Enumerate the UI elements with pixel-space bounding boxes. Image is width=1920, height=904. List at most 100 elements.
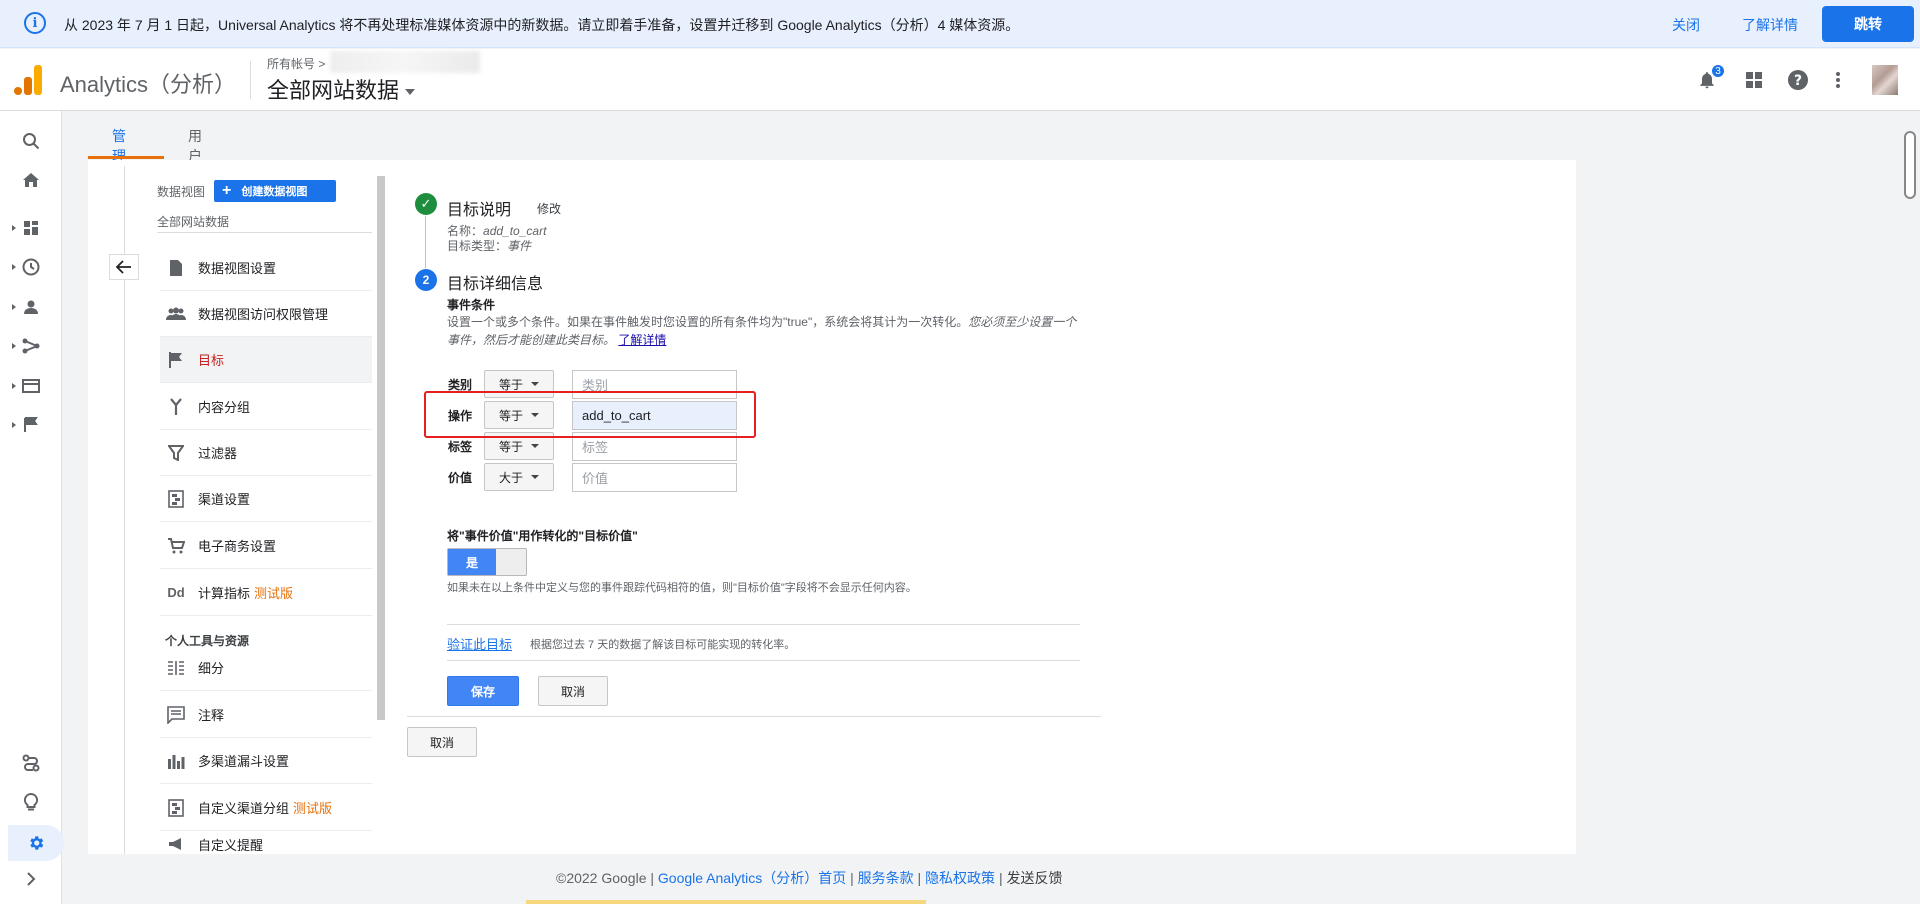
banner-jump-button[interactable]: 跳转 [1822, 6, 1914, 42]
goal-type-line: 目标类型：事件 [447, 237, 531, 254]
nav-item-filters[interactable]: 过滤器 [160, 430, 372, 476]
footer-separator: | [850, 870, 854, 886]
view-label: 数据视图 [157, 185, 206, 199]
migration-banner: i 从 2023 年 7 月 1 日起，Universal Analytics … [0, 0, 1920, 48]
verify-goal-link[interactable]: 验证此目标 [447, 634, 512, 653]
nav-item-mcf-settings[interactable]: 多渠道漏斗设置 [160, 738, 372, 784]
channel-icon [166, 489, 186, 509]
check-icon: ✓ [415, 193, 437, 215]
value-input[interactable]: 价值 [572, 463, 737, 492]
notification-badge: 3 [1710, 63, 1726, 79]
nav-item-view-access[interactable]: 数据视图访问权限管理 [160, 291, 372, 337]
lightbulb-icon[interactable] [0, 787, 62, 817]
edit-description-link[interactable]: 修改 [537, 200, 561, 217]
divider [447, 624, 1080, 625]
nav-item-label: 内容分组 [198, 400, 251, 415]
filter-icon [166, 443, 186, 463]
beta-badge: 测试版 [254, 586, 294, 601]
property-selector[interactable]: 全部网站数据 [267, 73, 416, 105]
property-name: 全部网站数据 [267, 78, 400, 103]
behavior-icon[interactable] [0, 371, 62, 401]
nav-item-content-grouping[interactable]: 内容分组 [160, 384, 372, 430]
cancel-button[interactable]: 取消 [538, 676, 608, 706]
view-selector[interactable]: 全部网站数据 [157, 213, 229, 230]
caret-down-icon [531, 444, 539, 448]
nav-item-label: 目标 [198, 353, 225, 368]
step-number-badge: 2 [415, 269, 437, 291]
value-operator-select[interactable]: 大于 [484, 463, 554, 491]
footer-separator: | [917, 870, 922, 886]
goal-name-label: 名称： [447, 224, 484, 238]
nav-item-custom-alerts[interactable]: 自定义提醒 [160, 831, 372, 854]
document-icon [166, 258, 186, 278]
feedback-link[interactable]: 发送反馈 [1006, 870, 1062, 886]
search-icon[interactable] [0, 126, 62, 156]
caret-down-icon [531, 382, 539, 386]
event-conditions-description: 设置一个或多个条件。如果在事件触发时您设置的所有条件均为"true"，系统会将其… [447, 313, 1077, 349]
nav-item-label: 注释 [198, 708, 225, 723]
nav-item-label: 多渠道漏斗设置 [198, 754, 290, 769]
nav-item-goals[interactable]: 目标 [160, 337, 372, 383]
person-icon[interactable] [0, 292, 62, 322]
footer-separator: | [998, 870, 1003, 886]
home-icon[interactable] [0, 165, 62, 195]
outer-cancel-button[interactable]: 取消 [407, 727, 477, 757]
app-name: Analytics（分析） [60, 72, 237, 97]
footer: ©2022 Google | Google Analytics（分析）首页 | … [0, 854, 1920, 904]
chevron-down-icon [405, 89, 416, 96]
nav-scrollbar[interactable] [377, 176, 385, 720]
channel-icon [166, 798, 186, 818]
merge-icon [166, 397, 186, 417]
people-icon [166, 304, 186, 324]
ga-home-link[interactable]: Google Analytics（分析）首页 [658, 870, 846, 886]
attribution-icon[interactable] [0, 748, 62, 778]
apps-grid-icon[interactable] [1741, 67, 1767, 93]
page-scrollbar[interactable] [1904, 131, 1916, 199]
flag-icon[interactable] [0, 410, 62, 440]
nav-item-label: 数据视图访问权限管理 [198, 307, 329, 322]
back-button[interactable] [109, 254, 139, 280]
plus-icon: + [222, 182, 232, 199]
nav-item-annotations[interactable]: 注释 [160, 692, 372, 738]
bar-chart-icon [166, 751, 186, 771]
banner-message: 从 2023 年 7 月 1 日起，Universal Analytics 将不… [64, 17, 1020, 33]
nav-item-ecommerce[interactable]: 电子商务设置 [160, 523, 372, 569]
active-tab-indicator [88, 156, 164, 159]
terms-link[interactable]: 服务条款 [858, 870, 914, 886]
footer-links: ©2022 Google | Google Analytics（分析）首页 | … [556, 868, 1062, 888]
banner-close-link[interactable]: 关闭 [1672, 15, 1700, 35]
clock-icon[interactable] [0, 252, 62, 282]
customization-icon[interactable] [0, 213, 62, 243]
analytics-logo-icon[interactable] [14, 63, 42, 95]
nav-item-label: 自定义渠道分组 [198, 801, 290, 816]
banner-learn-more-link[interactable]: 了解详情 [1742, 15, 1798, 35]
verify-goal-note: 根据您过去 7 天的数据了解该目标可能实现的转化率。 [530, 639, 796, 651]
learn-more-link[interactable]: 了解详情 [618, 333, 666, 347]
label-label: 标签 [448, 440, 473, 454]
conditions-text: 设置一个或多个条件。如果在事件触发时您设置的所有条件均为"true"，系统会将其… [447, 315, 969, 329]
avatar[interactable] [1872, 65, 1898, 95]
privacy-link[interactable]: 隐私权政策 [925, 870, 995, 886]
step-connector [425, 216, 426, 268]
account-breadcrumb[interactable]: 所有帐号 > [267, 55, 325, 72]
nav-item-label: 数据视图设置 [198, 261, 277, 276]
divider [407, 716, 1101, 717]
nav-item-calculated-metrics[interactable]: Dd 计算指标 测试版 [160, 570, 372, 616]
help-icon[interactable]: ? [1785, 67, 1811, 93]
use-event-value-toggle[interactable]: 是 [447, 548, 527, 576]
account-name-redacted [330, 51, 480, 73]
nav-item-segments[interactable]: 细分 [160, 645, 372, 691]
acquisition-icon[interactable] [0, 331, 62, 361]
save-button[interactable]: 保存 [447, 676, 519, 706]
footer-separator: | [650, 870, 655, 886]
beta-badge: 测试版 [293, 801, 333, 816]
nav-item-channel-settings[interactable]: 渠道设置 [160, 476, 372, 522]
nav-item-custom-channel-grouping[interactable]: 自定义渠道分组 测试版 [160, 785, 372, 831]
goal-details-title: 目标详细信息 [447, 276, 544, 293]
app-header: Analytics（分析） 所有帐号 > 全部网站数据 3 ? [0, 49, 1920, 111]
create-view-button[interactable]: + 创建数据视图 [214, 180, 336, 202]
operator-value: 等于 [498, 439, 523, 454]
nav-item-view-settings[interactable]: 数据视图设置 [160, 245, 372, 291]
goal-description-title: 目标说明 [447, 202, 512, 219]
more-vert-icon[interactable] [1825, 67, 1851, 93]
